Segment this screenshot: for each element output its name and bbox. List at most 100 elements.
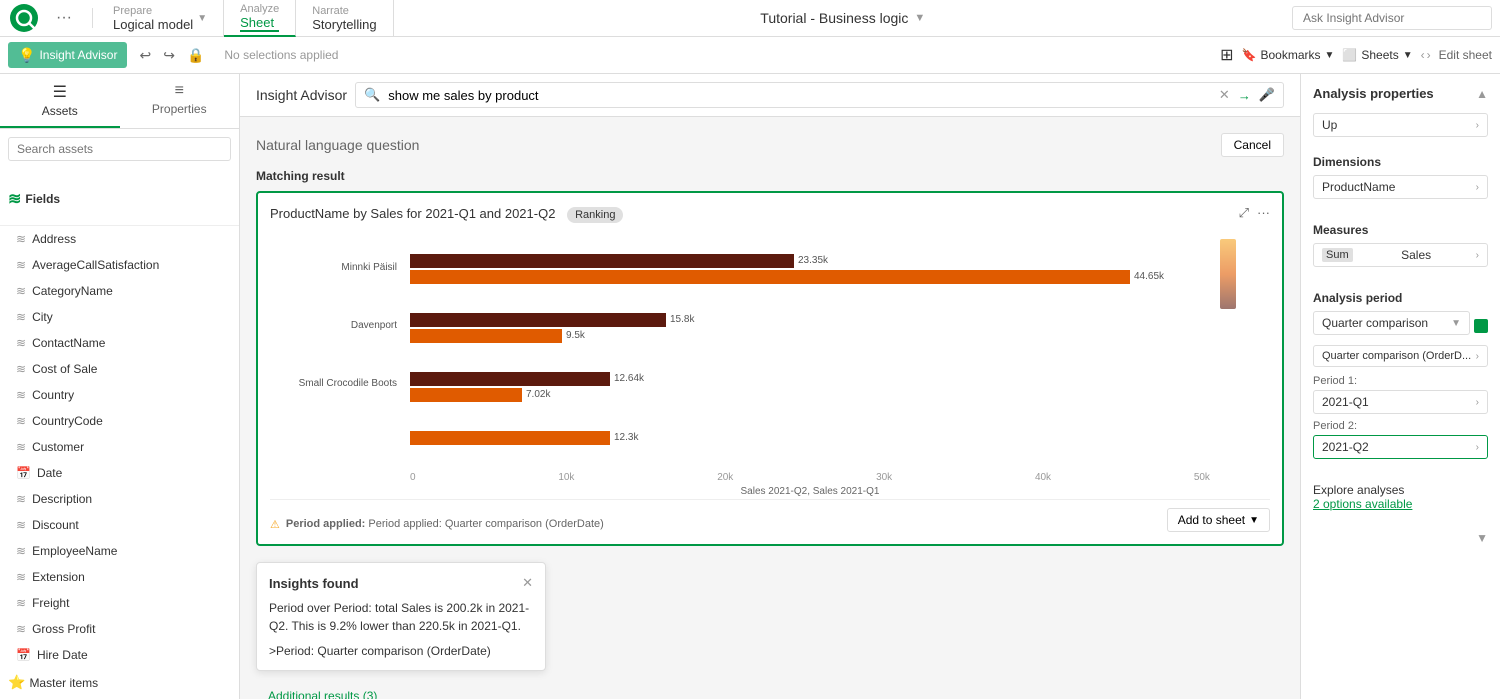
field-item-discount[interactable]: ≋Discount (0, 512, 239, 538)
analysis-period-checkbox[interactable] (1474, 319, 1488, 333)
legend-gradient-bar (1220, 239, 1236, 309)
next-arrow-icon[interactable]: › (1427, 48, 1431, 62)
analysis-period-chevron-icon: ▼ (1451, 318, 1461, 329)
additional-results-tab[interactable]: Additional results (3) (256, 683, 389, 699)
more-options-icon[interactable]: ··· (1257, 205, 1270, 221)
master-items-section[interactable]: ⭐ Master items (0, 666, 239, 699)
search-assets-input[interactable] (8, 137, 231, 161)
redo-icon[interactable]: ↪ (159, 45, 179, 66)
nav-analyze[interactable]: Analyze Sheet (224, 0, 296, 37)
insights-close-icon[interactable]: ✕ (522, 575, 533, 591)
lock-icon[interactable]: 🔒 (183, 45, 208, 66)
field-item-categoryname[interactable]: ≋CategoryName (0, 278, 239, 304)
tab-properties[interactable]: ≡ Properties (120, 74, 240, 128)
analysis-period-sub-item[interactable]: Quarter comparison (OrderD... › (1313, 345, 1488, 367)
field-item-hire-date[interactable]: 📅Hire Date (0, 642, 239, 666)
add-to-sheet-button[interactable]: Add to sheet ▼ (1167, 508, 1270, 532)
field-item-city[interactable]: ≋City (0, 304, 239, 330)
bar-group-3: 12.64k 7.02k (410, 372, 1210, 402)
field-item-description[interactable]: ≋Description (0, 486, 239, 512)
nav-narrate[interactable]: Narrate Storytelling (296, 0, 393, 37)
bar-label-2b: 9.5k (566, 330, 585, 341)
hamburger-menu[interactable]: ··· (56, 9, 72, 27)
bar-3b (410, 388, 522, 402)
ask-insight-advisor-input[interactable] (1292, 6, 1492, 30)
right-panel-up-dropdown[interactable]: Up › (1313, 113, 1488, 137)
field-item-extension[interactable]: ≋Extension (0, 564, 239, 590)
field-item-date[interactable]: 📅Date (0, 460, 239, 486)
field-icon: ≋ (16, 544, 26, 558)
ia-search-icon: 🔍 (364, 87, 380, 103)
field-item-country[interactable]: ≋Country (0, 382, 239, 408)
grid-view-icon[interactable]: ⊞ (1220, 45, 1233, 65)
bar-row-3b: 7.02k (410, 388, 1210, 402)
x-tick-40k: 40k (1035, 472, 1051, 483)
field-item-contactname[interactable]: ≋ContactName (0, 330, 239, 356)
bar-label-3a: 12.64k (614, 373, 644, 384)
insight-advisor-button[interactable]: 💡 Insight Advisor (8, 42, 127, 68)
qlik-logo[interactable] (8, 2, 40, 34)
x-tick-0: 0 (410, 472, 416, 483)
bar-4a (410, 431, 610, 445)
cancel-button[interactable]: Cancel (1221, 133, 1284, 157)
bar-row-1b: 44.65k (410, 270, 1210, 284)
bookmarks-button[interactable]: 🔖 Bookmarks ▼ (1242, 48, 1335, 62)
right-panel-scroll-up-icon[interactable]: ▲ (1476, 87, 1488, 101)
dimension-arrow-icon: › (1476, 182, 1479, 193)
bars-area: 23.35k 44.65k 15.8k (410, 239, 1210, 459)
y-axis-labels: Minnki Päisil Davenport Small Crocodile … (270, 239, 405, 459)
ia-microphone-icon[interactable]: 🎤 (1259, 87, 1275, 103)
dimension-productname-item[interactable]: ProductName › (1313, 175, 1488, 199)
period2-value-item[interactable]: 2021-Q2 › (1313, 435, 1488, 459)
bar-1b (410, 270, 1130, 284)
field-item-cost-of-sale[interactable]: ≋Cost of Sale (0, 356, 239, 382)
second-toolbar: 💡 Insight Advisor ↩ ↪ 🔒 No selections ap… (0, 37, 1500, 74)
chart-card-main: ProductName by Sales for 2021-Q1 and 202… (256, 191, 1284, 546)
expand-icon[interactable]: ⤢ (1239, 205, 1249, 221)
tab-assets[interactable]: ☰ Assets (0, 74, 120, 128)
period1-arrow-icon: › (1476, 397, 1479, 408)
add-to-sheet-chevron-icon: ▼ (1249, 515, 1259, 526)
fields-label: ≋ Fields (8, 185, 231, 217)
field-item-countrycode[interactable]: ≋CountryCode (0, 408, 239, 434)
bar-label-2a: 15.8k (670, 314, 694, 325)
undo-icon[interactable]: ↩ (135, 45, 155, 66)
ia-search-input[interactable] (388, 88, 1211, 103)
sidebar-search-area (0, 129, 239, 177)
analysis-period-dropdown[interactable]: Quarter comparison ▼ (1313, 311, 1470, 335)
sheets-button[interactable]: ⬜ Sheets ▼ (1342, 48, 1412, 62)
prev-arrow-icon[interactable]: ‹ (1421, 48, 1425, 62)
field-item-address[interactable]: ≋Address (0, 226, 239, 252)
field-icon: ≋ (16, 388, 26, 402)
ia-search-clear-icon[interactable]: ✕ (1219, 87, 1230, 103)
explore-link[interactable]: 2 options available (1313, 497, 1488, 511)
chart-card-title: ProductName by Sales for 2021-Q1 and 202… (270, 206, 555, 221)
field-item-customer[interactable]: ≋Customer (0, 434, 239, 460)
period1-label: Period 1: (1313, 375, 1488, 387)
bar-label-1a: 23.35k (798, 255, 828, 266)
explore-analyses-section: Explore analyses 2 options available (1313, 483, 1488, 511)
bar-3a (410, 372, 610, 386)
insights-period-link[interactable]: >Period: Quarter comparison (OrderDate) (269, 644, 491, 658)
field-item-averagecallsatisfaction[interactable]: ≋AverageCallSatisfaction (0, 252, 239, 278)
insights-panel: Insights found ✕ Period over Period: tot… (256, 562, 546, 671)
prepare-arrow-icon: ▼ (197, 13, 207, 24)
bar-group-1: 23.35k 44.65k (410, 254, 1210, 284)
edit-sheet-button[interactable]: Edit sheet (1439, 48, 1492, 62)
x-tick-20k: 20k (717, 472, 733, 483)
app-title[interactable]: Tutorial - Business logic ▼ (760, 10, 925, 26)
field-item-freight[interactable]: ≋Freight (0, 590, 239, 616)
calendar-icon: 📅 (16, 466, 31, 480)
field-icon: ≋ (16, 518, 26, 532)
field-item-employeename[interactable]: ≋EmployeeName (0, 538, 239, 564)
field-icon: ≋ (16, 440, 26, 454)
nav-prepare[interactable]: Prepare Logical model ▼ (97, 0, 224, 37)
ia-search-bar: 🔍 ✕ → 🎤 (355, 82, 1284, 108)
field-item-gross-profit[interactable]: ≋Gross Profit (0, 616, 239, 642)
insight-advisor-icon: 💡 (18, 47, 35, 64)
measure-sales-item[interactable]: Sum Sales › (1313, 243, 1488, 267)
ia-search-submit-icon[interactable]: → (1238, 88, 1251, 103)
right-panel-scroll-down-icon[interactable]: ▼ (1476, 531, 1488, 545)
field-icon: ≋ (16, 362, 26, 376)
period1-value-item[interactable]: 2021-Q1 › (1313, 390, 1488, 414)
